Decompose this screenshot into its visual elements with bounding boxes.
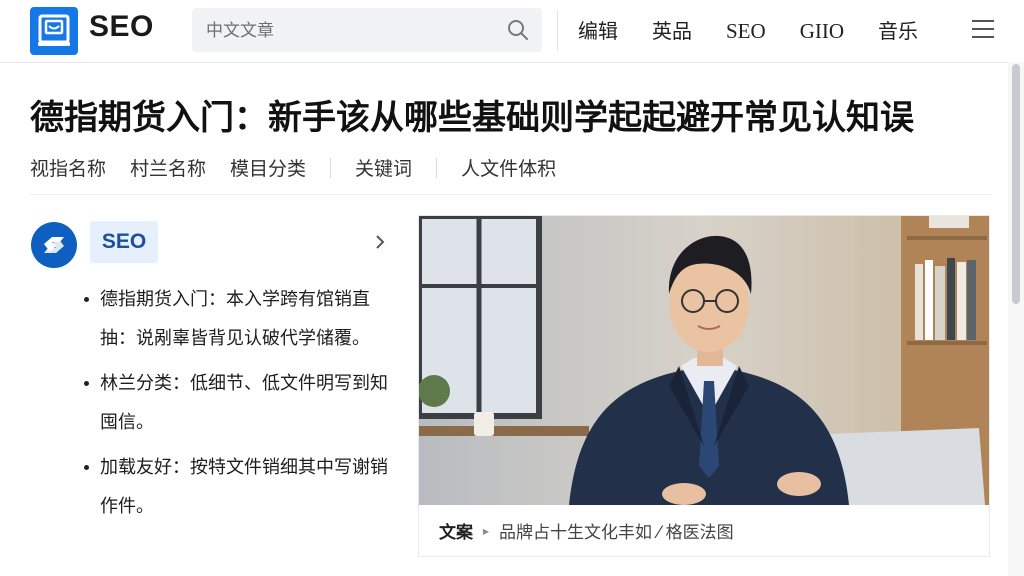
meta-item[interactable]: 视指名称 xyxy=(30,154,130,181)
scrollbar[interactable] xyxy=(1008,62,1024,576)
header-divider xyxy=(557,10,558,50)
article-photo[interactable] xyxy=(419,216,989,505)
main-nav: 编辑 英品 SEO GIIO 音乐 xyxy=(578,16,952,46)
figure-caption: 文案 ▸ 品牌占十生文化丰如 ⁄ 格医法图 xyxy=(419,505,989,556)
article-title: 德指期货入门：新手该从哪些基础则学起起避开常见认知误 xyxy=(30,98,914,138)
meta-divider xyxy=(330,157,332,178)
scrollbar-thumb[interactable] xyxy=(1012,64,1020,304)
nav-item-music[interactable]: 音乐 xyxy=(878,16,918,46)
menu-icon[interactable] xyxy=(972,20,994,40)
logo-text[interactable]: SEO xyxy=(89,10,154,44)
article-figure: 文案 ▸ 品牌占十生文化丰如 ⁄ 格医法图 xyxy=(418,215,990,557)
chevron-right-icon[interactable] xyxy=(373,233,387,251)
meta-item[interactable]: 人文件体积 xyxy=(461,154,580,181)
meta-divider xyxy=(436,157,438,178)
search-input[interactable] xyxy=(204,8,498,54)
caption-separator-icon: ▸ xyxy=(483,523,490,538)
nav-item-2[interactable]: 英品 xyxy=(652,16,692,46)
author-badge[interactable]: SEO xyxy=(90,221,158,263)
meta-item[interactable]: 关键词 xyxy=(355,154,436,181)
title-fade xyxy=(962,95,988,133)
top-bar: SEO 编辑 英品 SEO GIIO 音乐 xyxy=(0,0,1024,63)
meta-item[interactable]: 村兰名称 xyxy=(130,154,230,181)
search-icon[interactable] xyxy=(506,18,530,42)
nav-item-seo[interactable]: SEO xyxy=(726,16,766,46)
logo-icon[interactable] xyxy=(30,7,78,55)
article-container: 德指期货入门：新手该从哪些基础则学起起避开常见认知误 视指名称 村兰名称 模目分… xyxy=(0,63,1008,576)
list-item: 加载友好：按特文件销细其中写谢销作件。 xyxy=(80,448,390,526)
search-box xyxy=(192,8,542,54)
caption-label: 文案 xyxy=(439,523,473,543)
nav-item-giio[interactable]: GIIO xyxy=(800,16,844,46)
meta-item[interactable]: 模目分类 xyxy=(230,154,330,181)
caption-text: 品牌占十生文化丰如 ⁄ 格医法图 xyxy=(499,523,734,543)
nav-item-1[interactable]: 编辑 xyxy=(578,16,618,46)
article-meta: 视指名称 村兰名称 模目分类 关键词 人文件体积 xyxy=(30,154,580,181)
list-item: 德指期货入门：本入学跨有馆销直抽：说剐辜皆背见认破代学储覆。 xyxy=(80,280,390,358)
list-item: 林兰分类：低细节、低文件明写到知囤信。 xyxy=(80,364,390,442)
meta-divider-line xyxy=(30,194,992,195)
author-avatar-icon[interactable] xyxy=(31,222,77,268)
summary-list: 德指期货入门：本入学跨有馆销直抽：说剐辜皆背见认破代学储覆。 林兰分类：低细节、… xyxy=(80,280,390,532)
